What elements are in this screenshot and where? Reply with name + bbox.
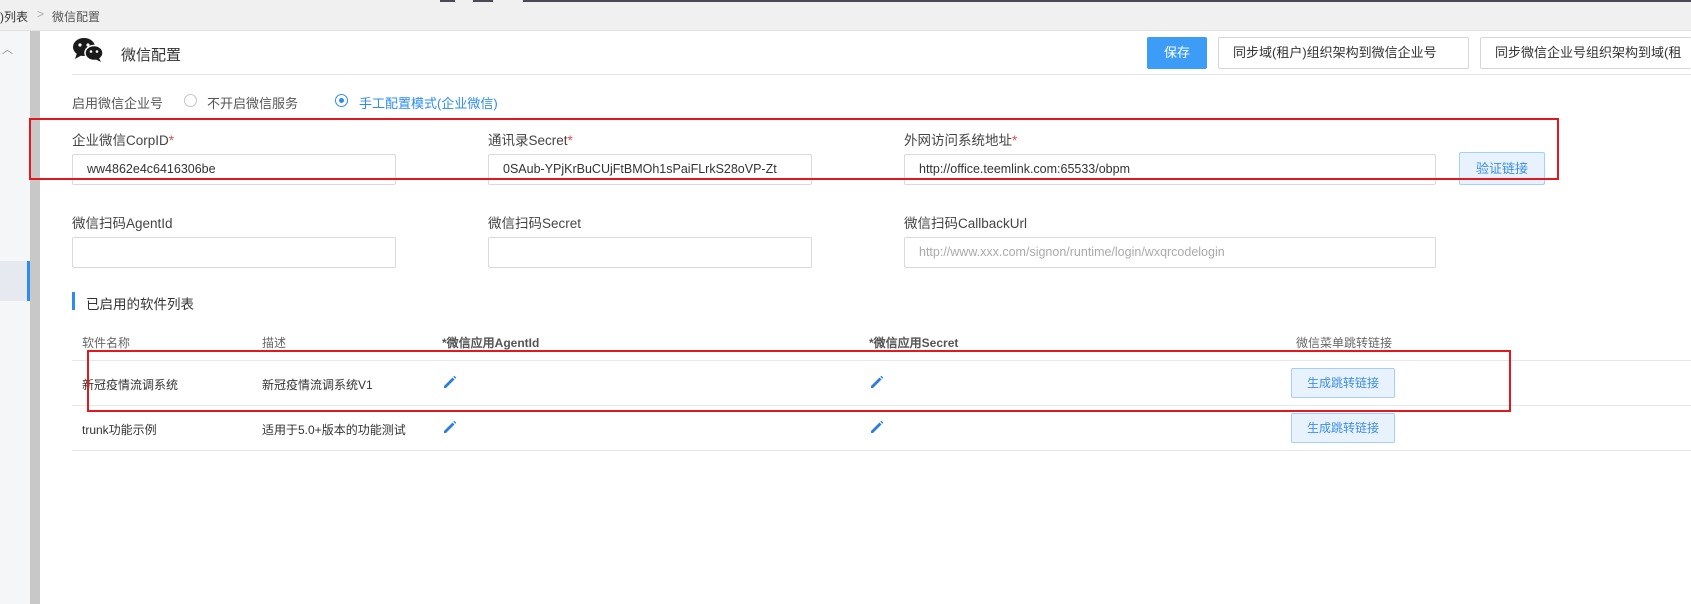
table-header: 软件名称 描述 *微信应用AgentId *微信应用Secret 微信菜单跳转链… — [72, 330, 1691, 361]
corp-id-label: 企业微信CorpID* — [72, 133, 175, 148]
software-description: 适用于5.0+版本的功能测试 — [262, 423, 406, 437]
sidebar-active-item[interactable] — [0, 261, 30, 301]
scan-callback-label: 微信扫码CallbackUrl — [904, 216, 1028, 231]
column-header: 微信菜单跳转链接 — [1296, 336, 1393, 350]
scan-secret-label: 微信扫码Secret — [488, 216, 582, 231]
sync-from-wechat-button[interactable]: 同步微信企业号组织架构到域(租 — [1480, 37, 1691, 69]
pencil-icon[interactable] — [869, 374, 885, 390]
page-title: 微信配置 — [121, 47, 182, 64]
scan-agent-id-input[interactable] — [72, 237, 396, 268]
breadcrumb-parent[interactable]: )列表 — [0, 8, 28, 25]
radio-manual-label[interactable]: 手工配置模式(企业微信) — [359, 93, 498, 112]
section-accent-bar — [72, 292, 75, 310]
external-url-label: 外网访问系统地址* — [904, 133, 1018, 148]
section-title: 已启用的软件列表 — [86, 297, 194, 312]
scan-agent-id-label: 微信扫码AgentId — [72, 216, 173, 231]
save-button[interactable]: 保存 — [1147, 37, 1207, 69]
breadcrumb-current: 微信配置 — [52, 10, 101, 24]
scrollbar[interactable] — [30, 31, 40, 604]
radio-disable-label[interactable]: 不开启微信服务 — [207, 93, 298, 112]
sync-to-wechat-button[interactable]: 同步域(租户)组织架构到微信企业号 — [1218, 37, 1469, 69]
column-header: *微信应用AgentId — [442, 336, 540, 350]
chevron-up-icon[interactable]: ︿ — [2, 41, 13, 57]
column-header: 软件名称 — [82, 336, 131, 350]
window-strip — [0, 0, 1691, 2]
column-header: 描述 — [262, 336, 287, 350]
pencil-icon[interactable] — [869, 419, 885, 435]
enable-label: 启用微信企业号 — [72, 96, 164, 111]
software-name: trunk功能示例 — [82, 423, 157, 437]
wechat-icon — [73, 38, 104, 62]
generate-link-button[interactable]: 生成跳转链接 — [1291, 413, 1395, 443]
radio-disable[interactable] — [184, 94, 197, 107]
table-row: 新冠疫情流调系统 新冠疫情流调系统V1 生成跳转链接 — [72, 361, 1691, 406]
contacts-secret-label: 通讯录Secret* — [488, 133, 573, 148]
table-row: trunk功能示例 适用于5.0+版本的功能测试 生成跳转链接 — [72, 406, 1691, 451]
generate-link-button[interactable]: 生成跳转链接 — [1291, 368, 1395, 398]
software-description: 新冠疫情流调系统V1 — [262, 378, 373, 392]
top-bar: )列表 > 微信配置 — [0, 0, 1691, 31]
contacts-secret-input[interactable]: 0SAub-YPjKrBuCUjFtBMOh1sPaiFLrkS28oVP-Zt — [488, 154, 812, 185]
sidebar: ︿ — [0, 31, 30, 604]
external-url-input[interactable]: http://office.teemlink.com:65533/obpm — [904, 154, 1436, 185]
column-header: *微信应用Secret — [869, 336, 959, 350]
radio-manual[interactable] — [335, 94, 348, 107]
pencil-icon[interactable] — [442, 419, 458, 435]
corp-id-input[interactable]: ww4862e4c6416306be — [72, 154, 396, 185]
pencil-icon[interactable] — [442, 374, 458, 390]
breadcrumb-separator: > — [37, 7, 45, 21]
scan-secret-input[interactable] — [488, 237, 812, 268]
software-name: 新冠疫情流调系统 — [82, 378, 179, 392]
verify-link-button[interactable]: 验证链接 — [1459, 152, 1545, 185]
scan-callback-input[interactable]: http://www.xxx.com/signon/runtime/login/… — [904, 237, 1436, 268]
